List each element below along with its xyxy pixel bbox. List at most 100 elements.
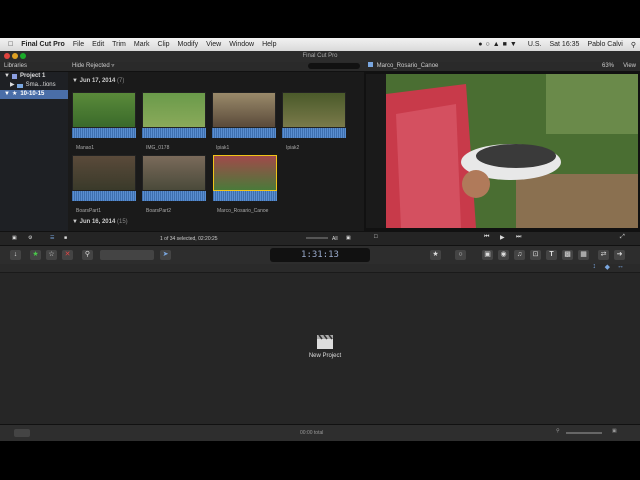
search-icon[interactable]: ⚲ — [631, 41, 636, 49]
clip-thumbnail[interactable] — [142, 92, 206, 138]
audio-waveform — [213, 191, 277, 201]
audio-waveform — [212, 128, 276, 138]
input-source[interactable]: U.S. — [528, 41, 542, 48]
library-item-event[interactable]: ▼ ★ 10-10-15 — [0, 90, 68, 99]
menu-modify[interactable]: Modify — [178, 41, 199, 48]
clip-name: Ipiak2 — [286, 145, 300, 151]
timeline-area[interactable]: ↕ ◆ ↔ New Project — [0, 263, 640, 424]
window-title: Final Cut Pro — [302, 53, 338, 59]
timeline-zoom-slider[interactable] — [566, 432, 602, 434]
list-view-icon[interactable]: ■ — [64, 235, 67, 241]
titles-button[interactable]: T — [546, 250, 557, 260]
menu-file[interactable]: File — [73, 41, 84, 48]
magic-wand-button[interactable]: ★ — [430, 250, 441, 260]
reject-button[interactable]: ✕ — [62, 250, 73, 260]
media-browser-button[interactable]: ▣ — [482, 250, 493, 260]
zoom-window-button[interactable] — [20, 53, 26, 59]
selection-status: 1 of 34 selected, 02:20:25 — [160, 236, 218, 242]
gear-icon[interactable]: ⚙ — [28, 235, 32, 241]
date-group-header[interactable]: ▼ Jun 16, 2014 (15) — [72, 219, 128, 225]
fullscreen-icon[interactable]: ⤢ — [620, 234, 625, 241]
apple-icon[interactable]:  — [8, 41, 13, 48]
clock[interactable]: Sat 16:35 — [549, 41, 579, 48]
viewer-footer: □ ⏮ ▶ ⏭ ⤢ — [364, 231, 640, 245]
transform-icon[interactable]: □ — [374, 234, 378, 240]
keyword-button[interactable]: ⚲ — [82, 250, 93, 260]
all-label[interactable]: All — [332, 236, 338, 242]
close-window-button[interactable] — [4, 53, 10, 59]
camera-icon[interactable]: ◉ — [498, 250, 509, 260]
libraries-sidebar: Libraries ▼ Project 1 ▶ Sma...tions ▼ ★ … — [0, 62, 69, 231]
viewer-header: Marco_Rosario_Canoe 63% View — [364, 62, 640, 72]
clip-name: BoarsPart2 — [146, 208, 172, 214]
viewer-zoom[interactable]: 63% — [602, 62, 614, 71]
viewer-clip-title: Marco_Rosario_Canoe — [376, 63, 439, 69]
index-button[interactable] — [14, 429, 30, 437]
clip-name: Marco_Rosario_Canoe — [217, 208, 269, 214]
date-group-header[interactable]: ▼ Jun 17, 2014 (7) — [72, 78, 124, 84]
skimming-icon[interactable]: ◆ — [605, 263, 610, 271]
status-icons[interactable]: ●○▲■▼ — [478, 41, 520, 48]
clip-thumbnail[interactable] — [212, 92, 276, 138]
clip-thumbnail[interactable] — [142, 155, 206, 201]
clip-appearance-button[interactable]: ▣ — [612, 428, 617, 434]
library-item-project[interactable]: ▼ Project 1 — [0, 72, 68, 81]
menu-mark[interactable]: Mark — [134, 41, 150, 48]
audio-waveform — [72, 191, 136, 201]
clip-thumbnail[interactable] — [72, 155, 136, 201]
info-icon[interactable]: ▣ — [12, 235, 17, 241]
color-button[interactable]: ○ — [455, 250, 466, 260]
clip-frame — [282, 92, 346, 128]
chevron-down-icon[interactable]: ▿ — [111, 63, 114, 69]
minimize-window-button[interactable] — [12, 53, 18, 59]
transitions-button[interactable]: ⊡ — [530, 250, 541, 260]
library-item-smart-collections[interactable]: ▶ Sma...tions — [0, 81, 68, 90]
disclosure-triangle-icon[interactable]: ▼ — [4, 72, 10, 81]
edit-buttons-group[interactable] — [100, 250, 154, 260]
unrate-button[interactable]: ☆ — [46, 250, 57, 260]
clip-appearance-icon[interactable]: ▣ — [346, 235, 351, 241]
video-frame-image — [366, 74, 638, 228]
share-button[interactable]: ⇄ — [598, 250, 609, 260]
clip-thumbnail-selected[interactable] — [213, 155, 277, 201]
zoom-out-icon[interactable]: ⚲ — [556, 428, 560, 434]
generators-button[interactable]: ▩ — [562, 250, 573, 260]
new-project-placeholder[interactable]: New Project — [290, 334, 360, 359]
disclosure-triangle-icon[interactable]: ▶ — [10, 81, 15, 90]
user-name[interactable]: Pablo Calvi — [587, 41, 622, 48]
filter-popup[interactable]: Hide Rejected — [72, 63, 110, 69]
snapping-icon[interactable]: ↔ — [617, 263, 624, 270]
browser-footer: ▣ ⚙ ☰ ■ 1 of 34 selected, 02:20:25 All ▣ — [0, 231, 364, 245]
themes-button[interactable]: ▦ — [578, 250, 589, 260]
skip-forward-icon[interactable]: ⏭ — [516, 234, 521, 241]
viewer-view-menu[interactable]: View — [623, 62, 636, 71]
music-icon[interactable]: ♫ — [514, 250, 525, 260]
audio-waveform — [142, 128, 206, 138]
menu-clip[interactable]: Clip — [157, 41, 169, 48]
browser-search-input[interactable] — [308, 63, 360, 69]
disclosure-triangle-icon[interactable]: ▼ — [4, 90, 10, 99]
favorite-button[interactable]: ★ — [30, 250, 41, 260]
zoom-slider[interactable] — [306, 237, 328, 239]
timecode-display[interactable]: 1:31:13 — [270, 248, 370, 262]
clip-thumbnail[interactable] — [282, 92, 346, 138]
menu-app-name[interactable]: Final Cut Pro — [21, 41, 65, 48]
menu-window[interactable]: Window — [229, 41, 254, 48]
export-button[interactable]: ➜ — [614, 250, 625, 260]
clip-thumbnail[interactable] — [72, 92, 136, 138]
clip-frame — [72, 155, 136, 191]
import-button[interactable]: ↓ — [10, 250, 21, 260]
audio-waveform — [282, 128, 346, 138]
new-project-label: New Project — [308, 353, 342, 359]
menu-edit[interactable]: Edit — [92, 41, 104, 48]
audio-tracks-icon[interactable]: ↕ — [593, 263, 597, 270]
menu-view[interactable]: View — [206, 41, 221, 48]
play-icon[interactable]: ▶ — [500, 234, 505, 241]
event-star-icon: ★ — [11, 91, 18, 97]
menu-trim[interactable]: Trim — [112, 41, 126, 48]
select-tool-button[interactable]: ➤ — [160, 250, 171, 260]
skip-back-icon[interactable]: ⏮ — [484, 234, 489, 241]
clip-icon — [368, 62, 373, 67]
menu-help[interactable]: Help — [262, 41, 276, 48]
filmstrip-view-icon[interactable]: ☰ — [50, 235, 54, 241]
